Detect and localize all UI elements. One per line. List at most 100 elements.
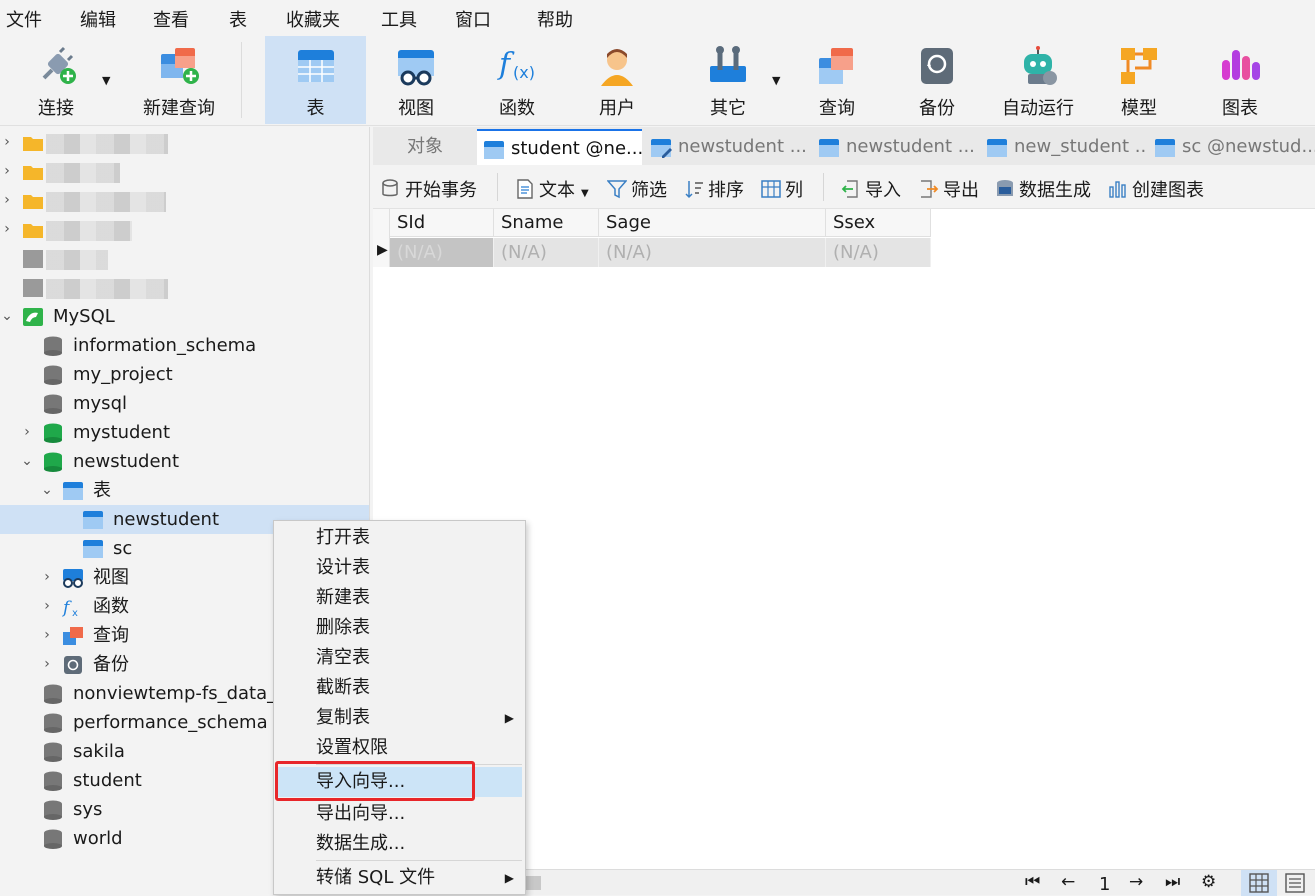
- grid-cell[interactable]: (N/A): [390, 238, 494, 267]
- column-header-sage[interactable]: Sage: [599, 209, 826, 237]
- menu-favorites[interactable]: 收藏夹: [286, 6, 340, 32]
- menu-table[interactable]: 表: [229, 6, 247, 32]
- expand-chevron-icon[interactable]: ›: [0, 186, 14, 215]
- columns-button[interactable]: 列: [761, 176, 803, 202]
- form-view-icon[interactable]: [1285, 873, 1305, 893]
- collapse-chevron-icon[interactable]: ⌄: [0, 302, 14, 331]
- grid-view-toggle[interactable]: [1241, 870, 1277, 896]
- tree-row-database[interactable]: my_project: [0, 360, 369, 389]
- view-button[interactable]: 视图: [376, 36, 456, 124]
- tree-row-database-open[interactable]: ⌄ newstudent: [0, 447, 369, 476]
- automation-button[interactable]: 自动运行: [998, 36, 1078, 124]
- expand-chevron-icon[interactable]: ›: [40, 621, 54, 650]
- tree-row-tables-group[interactable]: ⌄ 表: [0, 476, 369, 505]
- menu-item-new-table[interactable]: 新建表: [278, 583, 522, 613]
- text-view-button[interactable]: 文本 ▼: [515, 176, 589, 202]
- menu-item-design-table[interactable]: 设计表: [278, 553, 522, 583]
- filter-button[interactable]: 筛选: [607, 176, 667, 202]
- menu-item-data-generation[interactable]: 数据生成...: [278, 829, 522, 859]
- database-icon: [44, 800, 62, 820]
- menu-tools[interactable]: 工具: [381, 6, 417, 32]
- text-document-icon: [517, 179, 533, 199]
- menu-file[interactable]: 文件: [6, 6, 42, 32]
- connect-button[interactable]: 连接: [16, 36, 96, 124]
- menu-item-truncate-table[interactable]: 截断表: [278, 673, 522, 703]
- tab-student[interactable]: student @ne...: [477, 129, 642, 165]
- column-header-ssex[interactable]: Ssex: [826, 209, 931, 237]
- grid-cell[interactable]: (N/A): [826, 238, 931, 267]
- table-design-icon: [651, 139, 672, 158]
- tree-row-hidden-connection[interactable]: [0, 273, 369, 302]
- connect-dropdown-caret[interactable]: ▼: [102, 74, 110, 87]
- table-icon: [83, 511, 103, 529]
- tree-row-hidden-connection[interactable]: [0, 244, 369, 273]
- tree-row-database[interactable]: › mystudent: [0, 418, 369, 447]
- tree-row-hidden-connection[interactable]: ›: [0, 186, 369, 215]
- chevron-down-icon[interactable]: ▼: [581, 188, 589, 199]
- collapse-chevron-icon[interactable]: ⌄: [20, 447, 34, 476]
- collapse-chevron-icon[interactable]: ⌄: [40, 476, 54, 505]
- menu-item-delete-table[interactable]: 删除表: [278, 613, 522, 643]
- tab-objects[interactable]: 对象: [375, 129, 475, 165]
- sort-button[interactable]: 排序: [684, 176, 744, 202]
- new-query-button[interactable]: 新建查询: [124, 36, 234, 124]
- data-generation-button[interactable]: 数据生成: [995, 176, 1091, 202]
- create-chart-button[interactable]: 创建图表: [1108, 176, 1204, 202]
- menu-item-copy-table[interactable]: 复制表 ▶: [278, 703, 522, 733]
- tree-row-database[interactable]: mysql: [0, 389, 369, 418]
- grid-cell[interactable]: (N/A): [494, 238, 599, 267]
- tree-row-hidden-connection[interactable]: ›: [0, 215, 369, 244]
- menu-help[interactable]: 帮助: [537, 6, 573, 32]
- expand-chevron-icon[interactable]: ›: [0, 215, 14, 244]
- last-page-icon[interactable]: ⏭: [1165, 872, 1180, 892]
- function-button[interactable]: f (x) 函数: [477, 36, 557, 124]
- connection-icon: [23, 250, 43, 268]
- tree-row-mysql-connection[interactable]: ⌄ MySQL: [0, 302, 369, 331]
- menu-item-open-table[interactable]: 打开表: [278, 523, 522, 553]
- tree-row-hidden-connection[interactable]: ›: [0, 157, 369, 186]
- chart-button[interactable]: 图表: [1200, 36, 1280, 124]
- expand-chevron-icon[interactable]: ›: [0, 128, 14, 157]
- user-button[interactable]: 用户: [577, 36, 657, 124]
- column-header-sname[interactable]: Sname: [494, 209, 599, 237]
- expand-chevron-icon[interactable]: ›: [0, 157, 14, 186]
- tab-sc[interactable]: sc @newstud...: [1148, 129, 1315, 165]
- import-button[interactable]: 导入: [841, 176, 901, 202]
- expand-chevron-icon[interactable]: ›: [40, 563, 54, 592]
- main-toolbar: 连接 ▼ 新建查询 表 视图 f (x) 函数 用户 其它 ▼ 查询 备份 自动…: [0, 34, 1315, 126]
- first-page-icon[interactable]: ⏮: [1025, 872, 1040, 892]
- menu-item-set-permissions[interactable]: 设置权限: [278, 733, 522, 763]
- export-icon: [921, 180, 939, 198]
- tree-row-hidden-connection[interactable]: ›: [0, 128, 369, 157]
- tab-newstudent-design[interactable]: newstudent ...: [644, 129, 809, 165]
- export-button[interactable]: 导出: [919, 176, 979, 202]
- other-button[interactable]: 其它: [688, 36, 768, 124]
- column-header-sid[interactable]: SId: [390, 209, 494, 237]
- table-button[interactable]: 表: [265, 36, 366, 124]
- expand-chevron-icon[interactable]: ›: [40, 650, 54, 679]
- page-number[interactable]: 1: [1099, 874, 1110, 895]
- expand-chevron-icon[interactable]: ›: [20, 418, 34, 447]
- menu-item-empty-table[interactable]: 清空表: [278, 643, 522, 673]
- next-page-icon[interactable]: →: [1129, 872, 1143, 892]
- gear-icon[interactable]: ⚙: [1201, 872, 1216, 892]
- expand-chevron-icon[interactable]: ›: [40, 592, 54, 621]
- table-icon: [83, 540, 103, 558]
- menu-item-dump-sql-file[interactable]: 转储 SQL 文件 ▶: [278, 863, 522, 893]
- backup-button[interactable]: 备份: [897, 36, 977, 124]
- tab-new-student[interactable]: new_student ...: [980, 129, 1145, 165]
- toolbar-separator: [241, 42, 242, 118]
- menu-edit[interactable]: 编辑: [80, 6, 116, 32]
- other-dropdown-caret[interactable]: ▼: [772, 74, 780, 87]
- tree-row-database[interactable]: information_schema: [0, 331, 369, 360]
- tab-newstudent[interactable]: newstudent ...: [812, 129, 977, 165]
- menu-view[interactable]: 查看: [153, 6, 189, 32]
- previous-page-icon[interactable]: ←: [1061, 872, 1075, 892]
- redacted-label: [46, 221, 132, 241]
- model-button[interactable]: 模型: [1099, 36, 1179, 124]
- menu-window[interactable]: 窗口: [455, 6, 491, 32]
- menu-item-export-wizard[interactable]: 导出向导...: [278, 799, 522, 829]
- grid-cell[interactable]: (N/A): [599, 238, 826, 267]
- query-button[interactable]: 查询: [797, 36, 877, 124]
- begin-transaction-button[interactable]: 开始事务: [381, 176, 477, 202]
